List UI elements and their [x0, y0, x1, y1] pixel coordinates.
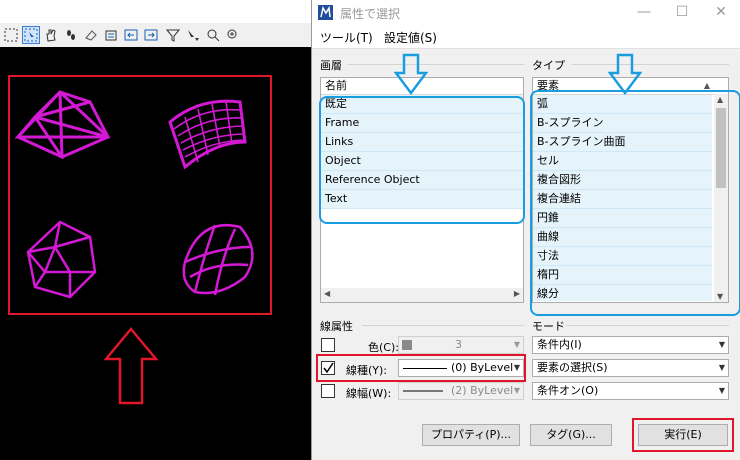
arrow-left-icon[interactable] — [122, 26, 140, 44]
maximize-icon[interactable]: ☐ — [674, 4, 690, 20]
close-icon[interactable]: ✕ — [713, 4, 729, 20]
eraser-icon[interactable] — [82, 26, 100, 44]
select-dropdown-icon[interactable] — [184, 26, 202, 44]
mode-on-value: 条件オン(O) — [537, 384, 599, 397]
properties-button[interactable]: プロパティ(P)... — [422, 424, 520, 446]
dialog-title: 属性で選択 — [340, 7, 401, 21]
annotation-down-arrow-types — [608, 53, 642, 95]
mode-on-combo[interactable]: 条件オン(O) ▼ — [532, 382, 729, 400]
select-element-icon[interactable] — [2, 26, 20, 44]
annotation-red-frame — [8, 75, 272, 315]
annotation-up-arrow — [104, 327, 158, 405]
chevron-down-icon: ▼ — [513, 386, 520, 395]
color-value: 3 — [455, 338, 462, 351]
filter-icon[interactable] — [164, 26, 182, 44]
mode-select-value: 要素の選択(S) — [537, 361, 608, 374]
levels-group-label: 画層 — [320, 59, 342, 72]
cad-toolbar — [0, 23, 312, 48]
line-weight-sample — [403, 390, 443, 392]
types-divider — [572, 64, 729, 65]
footprints-icon[interactable] — [62, 26, 80, 44]
magnifier-icon[interactable] — [204, 26, 222, 44]
app-logo-icon — [318, 5, 333, 20]
title-bar: 属性で選択 — ☐ ✕ — [312, 0, 740, 26]
scroll-right-icon[interactable]: ▶ — [514, 289, 520, 298]
annotation-red-execute — [632, 418, 734, 452]
annotation-blue-types — [530, 90, 740, 316]
color-combo[interactable]: 3 ▼ — [398, 336, 524, 354]
mode-inside-value: 条件内(I) — [537, 338, 582, 351]
levels-horizontal-scrollbar[interactable]: ◀ ▶ — [321, 288, 523, 302]
scroll-left-icon[interactable]: ◀ — [324, 289, 330, 298]
cad-viewport[interactable] — [0, 47, 312, 460]
chevron-down-icon: ▼ — [718, 363, 725, 372]
mode-group-label: モード — [532, 320, 565, 333]
chevron-down-icon: ▼ — [513, 340, 520, 349]
annotation-red-style — [316, 354, 526, 382]
levels-divider — [348, 64, 524, 65]
mode-inside-combo[interactable]: 条件内(I) ▼ — [532, 336, 729, 354]
types-group-label: タイプ — [532, 59, 565, 72]
sort-up-icon: ▲ — [703, 81, 710, 90]
menu-bar: ツール(T) 設定値(S) — [312, 26, 740, 49]
annotation-blue-levels — [319, 96, 525, 224]
annotation-down-arrow-levels — [394, 53, 428, 95]
pan-hand-icon[interactable] — [42, 26, 60, 44]
chevron-down-icon: ▼ — [718, 340, 725, 349]
fence-icon[interactable] — [102, 26, 120, 44]
weight-label: 線幅(W): — [346, 387, 392, 400]
mode-divider — [566, 325, 729, 326]
weight-combo[interactable]: (2) ByLevel ▼ — [398, 382, 524, 400]
tags-button[interactable]: タグ(G)... — [530, 424, 612, 446]
color-label: 色(C): — [368, 341, 399, 354]
color-checkbox[interactable] — [321, 338, 335, 352]
menu-settings[interactable]: 設定値(S) — [384, 29, 437, 46]
arrow-right-icon[interactable] — [142, 26, 160, 44]
zoom-plus-icon[interactable] — [224, 26, 242, 44]
cad-top-strip — [0, 0, 312, 23]
menu-tools[interactable]: ツール(T) — [320, 29, 373, 46]
minimize-icon[interactable]: — — [636, 4, 652, 20]
select-by-attributes-icon[interactable] — [22, 26, 40, 44]
weight-checkbox[interactable] — [321, 384, 335, 398]
symbology-divider — [362, 325, 524, 326]
select-by-attributes-dialog: 属性で選択 — ☐ ✕ ツール(T) 設定値(S) 画層 名前 既定 Frame L… — [311, 0, 740, 460]
weight-value: (2) ByLevel — [451, 384, 514, 397]
mode-select-combo[interactable]: 要素の選択(S) ▼ — [532, 359, 729, 377]
chevron-down-icon: ▼ — [718, 386, 725, 395]
color-swatch — [402, 340, 412, 350]
symbology-group-label: 線属性 — [320, 320, 353, 333]
